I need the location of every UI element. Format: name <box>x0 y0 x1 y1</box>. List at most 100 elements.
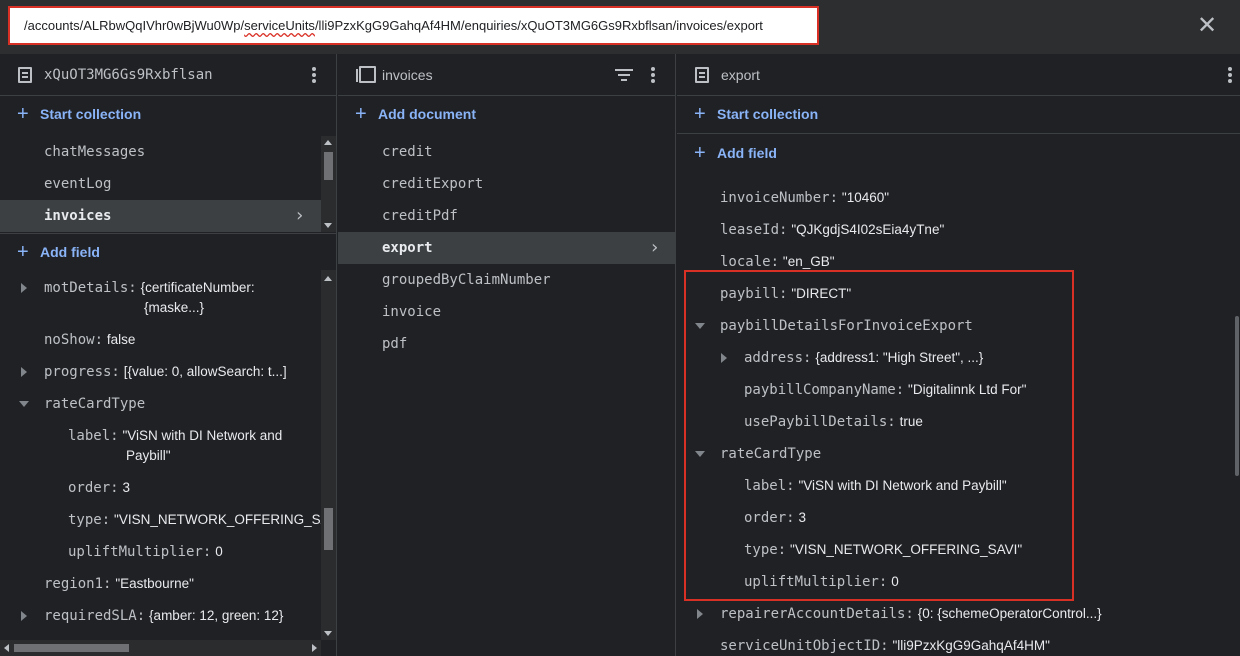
field-key: upliftMultiplier: <box>68 544 212 560</box>
list-item[interactable]: creditPdf <box>338 200 675 232</box>
filter-icon[interactable] <box>615 69 633 81</box>
collection-icon <box>356 66 376 83</box>
field-key: order: <box>68 480 119 496</box>
scrollbar[interactable] <box>1232 171 1240 656</box>
field-row[interactable]: rateCardType <box>44 395 145 412</box>
field-key: label: <box>68 428 119 444</box>
field-row[interactable]: repairerAccountDetails: {0: {schemeOpera… <box>720 605 1102 622</box>
field-key: motDetails: <box>44 280 137 296</box>
start-collection-button[interactable]: + Start collection <box>677 96 1240 132</box>
field-row[interactable]: motDetails: {certificateNumber: <box>44 279 255 296</box>
add-field-button[interactable]: + Add field <box>677 135 1232 171</box>
field-row[interactable]: requiredSLA: {amber: 12, green: 12} <box>44 607 283 624</box>
list-item[interactable]: groupedByClaimNumber <box>338 264 675 296</box>
field-row[interactable]: upliftMultiplier: 0 <box>68 543 223 560</box>
plus-icon: + <box>694 142 706 164</box>
field-row[interactable]: label: "ViSN with DI Network and <box>68 427 282 444</box>
list-item[interactable]: pdf <box>338 328 675 360</box>
scroll-thumb[interactable] <box>1235 316 1239 476</box>
list-item-selected[interactable]: invoices › <box>0 200 321 232</box>
list-item-label: export <box>382 240 433 256</box>
field-value: 0 <box>215 544 223 559</box>
field-row[interactable]: type: "VISN_NETWORK_OFFERING_SAVI" <box>68 511 321 528</box>
add-document-button[interactable]: + Add document <box>338 96 675 132</box>
expand-arrow-icon[interactable] <box>21 367 27 377</box>
collapse-arrow-icon[interactable] <box>19 401 29 407</box>
field-value: "en_GB" <box>782 254 835 269</box>
field-value: {maske...} <box>144 300 205 315</box>
list-item[interactable]: invoice <box>338 296 675 328</box>
path-input[interactable]: /accounts/ALRbwQqIVhr0wBjWu0Wp/serviceUn… <box>8 6 819 45</box>
list-item-label: invoices <box>44 208 112 224</box>
field-key: leaseId: <box>720 222 788 238</box>
plus-icon: + <box>17 241 29 263</box>
plus-icon: + <box>17 103 29 125</box>
list-item[interactable]: eventLog <box>0 168 321 200</box>
field-list: invoiceNumber: "10460" leaseId: "QJKgdjS… <box>677 171 1232 656</box>
field-list: motDetails: {certificateNumber: {maske..… <box>0 270 321 640</box>
expand-arrow-icon[interactable] <box>697 609 703 619</box>
field-key: locale: <box>720 254 780 270</box>
expand-arrow-icon[interactable] <box>21 283 27 293</box>
start-collection-button[interactable]: + Start collection <box>0 96 336 132</box>
document-panel: xQuOT3MG6Gs9Rxbflsan + Start collection c… <box>0 54 337 656</box>
panel-header: xQuOT3MG6Gs9Rxbflsan <box>0 54 336 96</box>
plus-icon: + <box>355 103 367 125</box>
field-row[interactable]: serviceUnitObjectID: "lli9PzxKgG9GahqAf4… <box>720 637 1050 654</box>
list-item[interactable]: chatMessages <box>0 136 321 168</box>
highlight-box <box>684 270 1074 601</box>
start-collection-label: Start collection <box>717 106 819 122</box>
field-value: "lli9PzxKgG9GahqAf4HM" <box>892 638 1050 653</box>
list-item-label: groupedByClaimNumber <box>382 272 551 288</box>
scroll-down-icon[interactable] <box>324 223 332 228</box>
kebab-menu-icon[interactable] <box>1228 67 1232 83</box>
divider <box>677 133 1240 134</box>
expand-arrow-icon[interactable] <box>21 611 27 621</box>
list-item[interactable]: credit <box>338 136 675 168</box>
field-row[interactable]: region1: "Eastbourne" <box>44 575 194 592</box>
field-value: "ViSN with DI Network and <box>122 428 283 443</box>
scrollbar[interactable] <box>321 270 336 640</box>
panel-title: invoices <box>382 67 433 83</box>
list-item-selected[interactable]: export › <box>338 232 675 264</box>
field-row[interactable]: progress: [{value: 0, allowSearch: t...] <box>44 363 287 380</box>
field-value: "10460" <box>841 190 890 205</box>
path-segment: /accounts/ALRbwQqIVhr0wBjWu0Wp/ <box>24 18 245 33</box>
field-row[interactable]: noShow: false <box>44 331 135 348</box>
field-value: {amber: 12, green: 12} <box>149 608 284 623</box>
add-document-label: Add document <box>378 106 476 122</box>
panel-title: export <box>721 67 760 83</box>
horizontal-scrollbar[interactable] <box>0 640 321 656</box>
scroll-thumb[interactable] <box>14 644 129 652</box>
scroll-up-icon[interactable] <box>324 140 332 145</box>
field-value: "Eastbourne" <box>115 576 194 591</box>
field-value: "QJKgdjS4I02sEia4yTne" <box>791 222 945 237</box>
field-row[interactable]: locale: "en_GB" <box>720 253 835 270</box>
field-row[interactable]: invoiceNumber: "10460" <box>720 189 889 206</box>
chevron-right-icon: › <box>649 237 660 258</box>
field-value: 3 <box>122 480 130 495</box>
list-item-label: invoice <box>382 304 442 320</box>
scroll-left-icon[interactable] <box>4 644 9 652</box>
kebab-menu-icon[interactable] <box>312 67 316 83</box>
field-row[interactable]: order: 3 <box>68 479 130 496</box>
list-item[interactable]: creditExport <box>338 168 675 200</box>
field-key: rateCardType <box>44 396 146 412</box>
field-key: region1: <box>44 576 112 592</box>
field-key: invoiceNumber: <box>720 190 839 206</box>
scroll-right-icon[interactable] <box>312 644 317 652</box>
field-value: [{value: 0, allowSearch: t...] <box>123 364 287 379</box>
close-icon[interactable]: ✕ <box>1194 12 1220 40</box>
panel-header: invoices <box>338 54 675 96</box>
scrollbar[interactable] <box>321 136 336 232</box>
kebab-menu-icon[interactable] <box>651 67 655 83</box>
add-field-button[interactable]: + Add field <box>0 234 321 270</box>
list-item-label: creditPdf <box>382 208 458 224</box>
scroll-thumb[interactable] <box>324 152 333 180</box>
scroll-thumb[interactable] <box>324 508 333 550</box>
field-key: serviceUnitObjectID: <box>720 638 889 654</box>
field-key: requiredSLA: <box>44 608 146 624</box>
scroll-up-icon[interactable] <box>324 276 332 281</box>
field-row[interactable]: leaseId: "QJKgdjS4I02sEia4yTne" <box>720 221 944 238</box>
scroll-down-icon[interactable] <box>324 631 332 636</box>
